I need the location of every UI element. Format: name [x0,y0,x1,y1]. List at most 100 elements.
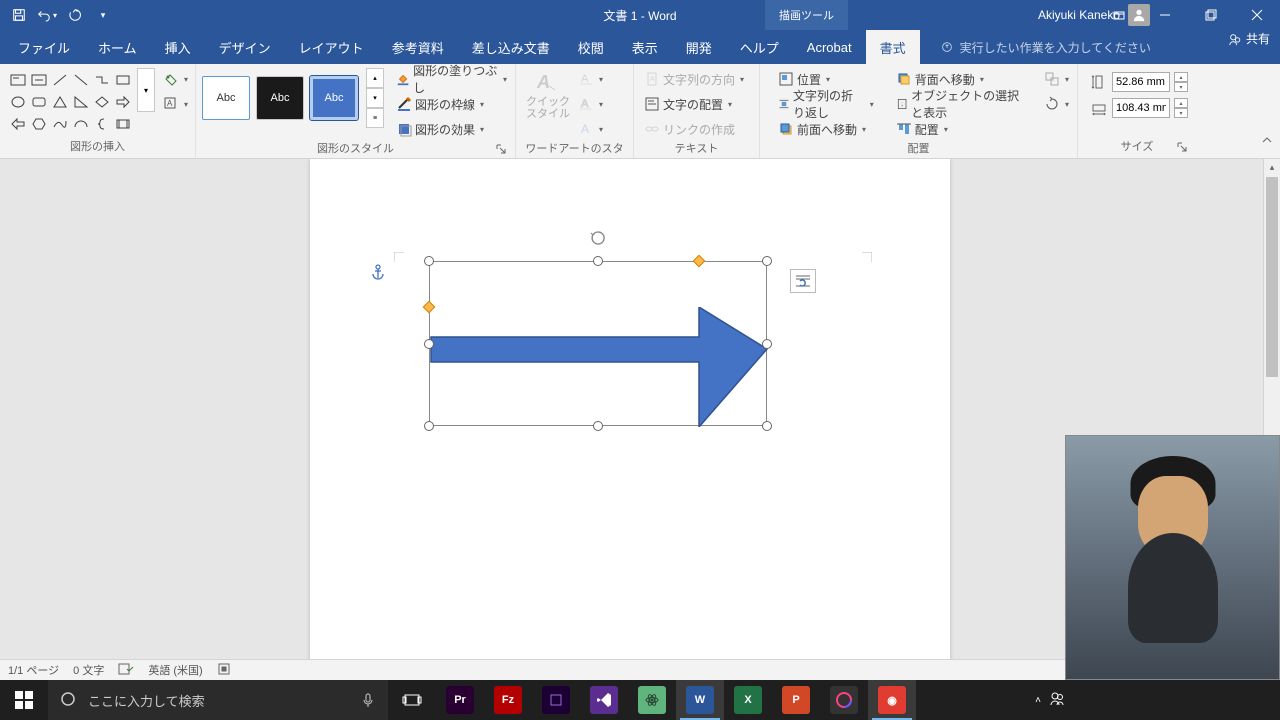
view-tab[interactable]: 表示 [618,30,672,64]
minimize-button[interactable] [1142,0,1188,30]
collapse-ribbon-button[interactable] [1260,133,1274,152]
triangle-icon[interactable] [50,92,70,112]
resize-handle-n[interactable] [593,256,603,266]
taskbar-search[interactable]: ここに入力して検索 [48,680,388,720]
wrap-text-button[interactable]: 文字列の折り返し▾ [776,93,876,115]
edit-shape-button[interactable]: ▾ [161,68,190,90]
drawing-tools-tab[interactable]: 描画ツール [765,0,848,30]
maximize-button[interactable] [1188,0,1234,30]
resize-handle-sw[interactable] [424,421,434,431]
shapes-gallery[interactable] [6,68,135,136]
layout-options-button[interactable] [790,269,816,293]
align-text-button[interactable]: 文字の配置▾ [642,93,746,115]
app-atom[interactable] [628,680,676,720]
curve-icon[interactable] [50,114,70,134]
selected-shape-frame[interactable] [429,261,767,426]
start-button[interactable] [0,680,48,720]
acrobat-tab[interactable]: Acrobat [793,30,866,64]
scroll-icon[interactable] [113,114,133,134]
app-recorder[interactable]: ◉ [868,680,916,720]
references-tab[interactable]: 参考資料 [378,30,458,64]
undo-button[interactable]: ▾ [34,3,60,27]
roundrect-icon[interactable] [29,92,49,112]
review-tab[interactable]: 校閲 [564,30,618,64]
taskview-button[interactable] [388,680,436,720]
app-premiere[interactable]: Pr [436,680,484,720]
layout-tab[interactable]: レイアウト [285,30,378,64]
style-more-button[interactable]: ≡ [366,108,384,128]
people-icon[interactable] [1049,690,1065,711]
app-mediaencoder[interactable] [532,680,580,720]
ribbon-display-button[interactable] [1096,0,1142,30]
insert-tab[interactable]: 挿入 [151,30,205,64]
size-dialog-launcher[interactable] [1176,142,1188,154]
mailings-tab[interactable]: 差し込み文書 [458,30,564,64]
tell-me-box[interactable]: 実行したい作業を入力してください [940,30,1151,64]
textbox-icon[interactable] [8,70,28,90]
shape-fill-button[interactable]: 図形の塗りつぶし▾ [394,68,509,90]
app-excel[interactable]: X [724,680,772,720]
resize-handle-nw[interactable] [424,256,434,266]
shape-effects-button[interactable]: 図形の効果▾ [394,118,509,140]
lbrace-icon[interactable] [92,114,112,134]
share-button[interactable]: 共有 [1228,30,1270,47]
shape-styles-dialog-launcher[interactable] [495,144,507,156]
language-indicator[interactable]: 英語 (米国) [148,662,202,678]
style-preset-1[interactable]: Abc [202,76,250,120]
selection-pane-button[interactable]: オブジェクトの選択と表示 [894,93,1024,115]
hexagon-icon[interactable] [29,114,49,134]
rect-icon[interactable] [113,70,133,90]
textbox-button[interactable]: A▾ [161,93,190,115]
align-button[interactable]: 配置▾ [894,118,1024,140]
resize-handle-ne[interactable] [762,256,772,266]
height-spin-down[interactable]: ▾ [1174,82,1188,92]
arc-icon[interactable] [71,114,91,134]
oval-icon[interactable] [8,92,28,112]
style-scroll-up[interactable]: ▴ [366,68,384,88]
leftarrow-icon[interactable] [8,114,28,134]
help-tab[interactable]: ヘルプ [726,30,793,64]
width-spin-up[interactable]: ▴ [1174,98,1188,108]
rtriangle-icon[interactable] [71,92,91,112]
diamond-icon[interactable] [92,92,112,112]
textbox2-icon[interactable] [29,70,49,90]
style-scroll-down[interactable]: ▾ [366,88,384,108]
scroll-thumb[interactable] [1266,177,1278,377]
page-indicator[interactable]: 1/1 ページ [8,662,59,678]
height-input[interactable] [1112,72,1170,92]
format-tab[interactable]: 書式 [866,30,920,64]
gallery-more-button[interactable]: ▾ [137,68,155,112]
bring-forward-button[interactable]: 前面へ移動▾ [776,118,876,140]
resize-handle-s[interactable] [593,421,603,431]
style-gallery[interactable]: Abc Abc Abc ▴ ▾ ≡ [202,68,384,128]
height-spin-up[interactable]: ▴ [1174,72,1188,82]
scroll-up-button[interactable]: ▴ [1264,159,1280,176]
save-button[interactable] [6,3,32,27]
home-tab[interactable]: ホーム [84,30,151,64]
word-count[interactable]: 0 文字 [73,662,104,678]
resize-handle-se[interactable] [762,421,772,431]
line-icon[interactable] [50,70,70,90]
rotate-button[interactable]: ▾ [1042,93,1071,115]
width-input[interactable] [1112,98,1170,118]
group-button[interactable]: ▾ [1042,68,1071,90]
page[interactable] [310,159,950,680]
rotate-handle[interactable] [589,229,607,247]
mic-icon[interactable] [360,692,376,708]
shape-outline-button[interactable]: 図形の枠線▾ [394,93,509,115]
tray-expand-button[interactable]: ˄ [1029,695,1047,706]
qat-customize-button[interactable]: ▾ [90,3,116,27]
app-filezilla[interactable]: Fz [484,680,532,720]
connector-icon[interactable] [92,70,112,90]
app-word[interactable]: W [676,680,724,720]
macro-icon[interactable] [217,662,231,679]
line2-icon[interactable] [71,70,91,90]
style-preset-2[interactable]: Abc [256,76,304,120]
app-camtasia[interactable] [820,680,868,720]
app-powerpoint[interactable]: P [772,680,820,720]
width-spin-down[interactable]: ▾ [1174,108,1188,118]
redo-button[interactable] [62,3,88,27]
close-button[interactable] [1234,0,1280,30]
resize-handle-w[interactable] [424,339,434,349]
resize-handle-e[interactable] [762,339,772,349]
